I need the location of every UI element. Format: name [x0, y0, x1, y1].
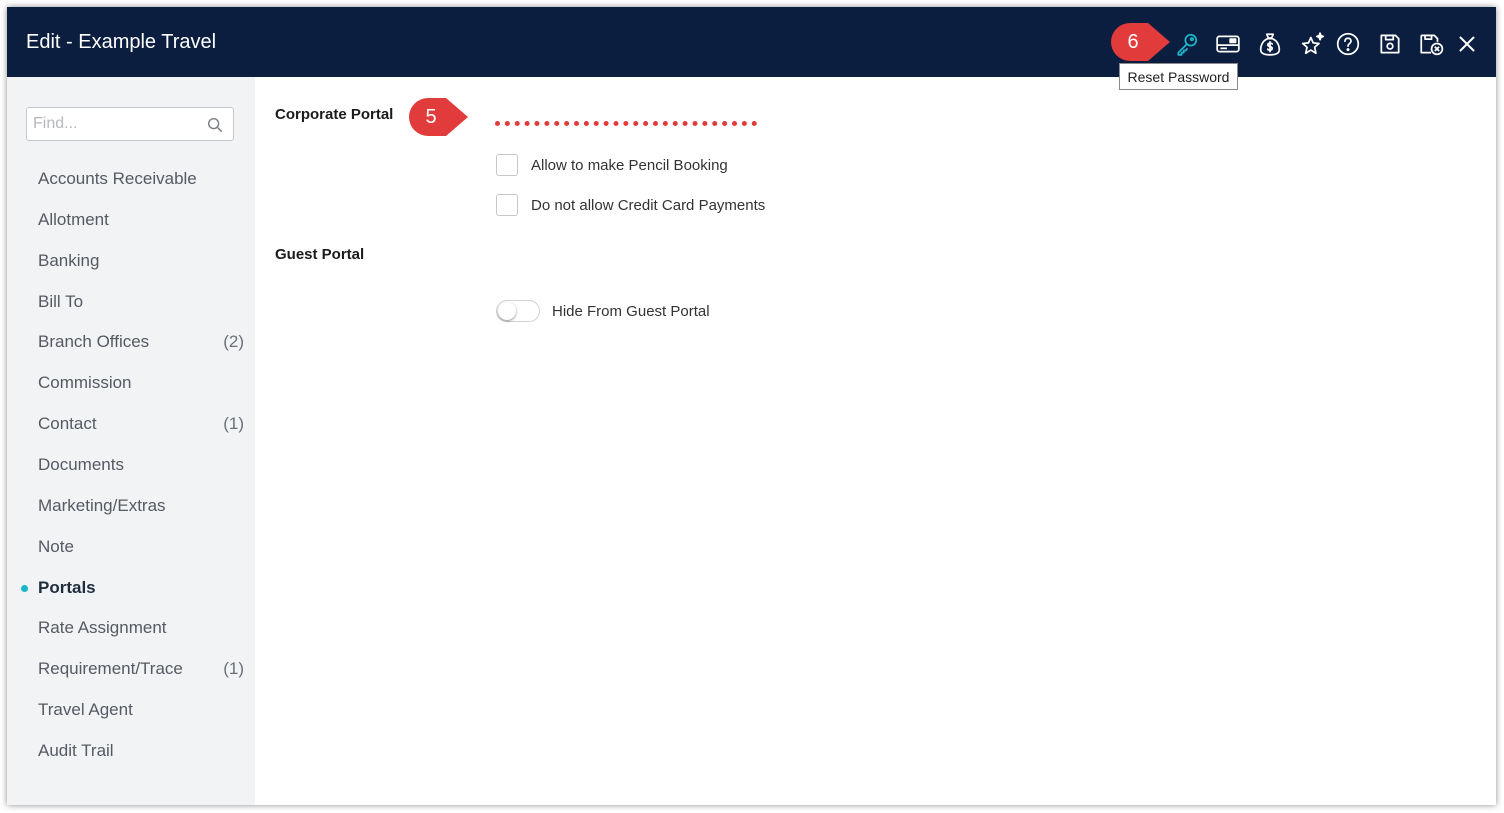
- sidebar-item-banking[interactable]: Banking: [38, 247, 248, 275]
- money-bag-icon[interactable]: [1257, 31, 1283, 57]
- sidebar-item-label: Commission: [38, 373, 132, 392]
- sidebar-item-label: Branch Offices: [38, 332, 150, 351]
- card-icon[interactable]: [1215, 31, 1241, 57]
- save-close-icon[interactable]: [1418, 31, 1444, 57]
- sidebar-item-label: Note: [38, 537, 74, 556]
- save-icon[interactable]: [1377, 31, 1403, 57]
- reset-password-tooltip: Reset Password: [1119, 63, 1238, 90]
- sidebar-item-label: Allotment: [38, 210, 109, 229]
- credit-card-label: Do not allow Credit Card Payments: [531, 196, 766, 214]
- sidebar-item-travel-agent[interactable]: Travel Agent: [38, 696, 248, 724]
- window-title: Edit - Example Travel: [26, 31, 217, 53]
- sidebar: Accounts Receivable Allotment Banking Bi…: [7, 77, 255, 805]
- sidebar-item-label: Portals: [38, 578, 96, 597]
- pencil-booking-label: Allow to make Pencil Booking: [531, 156, 728, 174]
- sidebar-item-label: Banking: [38, 251, 100, 270]
- sidebar-item-marketing-extras[interactable]: Marketing/Extras: [38, 492, 248, 520]
- sidebar-item-label: Requirement/Trace: [38, 659, 183, 678]
- sidebar-item-portals[interactable]: Portals: [21, 574, 248, 602]
- credit-card-checkbox[interactable]: [496, 194, 518, 216]
- sidebar-item-count: (1): [223, 414, 244, 433]
- sidebar-item-label: Accounts Receivable: [38, 169, 197, 188]
- hide-guest-portal-label: Hide From Guest Portal: [552, 302, 710, 320]
- hide-guest-portal-option[interactable]: Hide From Guest Portal: [496, 298, 710, 324]
- annotation-dotted-line: [495, 121, 757, 126]
- credit-card-option[interactable]: Do not allow Credit Card Payments: [496, 192, 765, 218]
- help-icon[interactable]: [1335, 31, 1361, 57]
- sidebar-item-label: Rate Assignment: [38, 618, 167, 637]
- sidebar-item-label: Documents: [38, 455, 124, 474]
- sidebar-item-commission[interactable]: Commission: [38, 369, 248, 397]
- annotation-marker-5: 5: [408, 97, 470, 137]
- search-icon[interactable]: [206, 116, 224, 134]
- key-icon[interactable]: [1174, 31, 1200, 57]
- sidebar-item-audit-trail[interactable]: Audit Trail: [38, 737, 248, 765]
- sidebar-item-allotment[interactable]: Allotment: [38, 206, 248, 234]
- stars-icon[interactable]: [1300, 31, 1326, 57]
- sidebar-item-bill-to[interactable]: Bill To: [38, 288, 248, 316]
- edit-window: Edit - Example Travel 6 Reset Password F…: [7, 7, 1496, 805]
- sidebar-item-label: Travel Agent: [38, 700, 133, 719]
- sidebar-item-documents[interactable]: Documents: [38, 451, 248, 479]
- active-indicator-dot: [21, 585, 28, 592]
- guest-portal-heading: Guest Portal: [275, 246, 365, 263]
- close-icon[interactable]: [1454, 31, 1480, 57]
- sidebar-item-branch-offices[interactable]: Branch Offices (2): [38, 328, 248, 356]
- pencil-booking-checkbox[interactable]: [496, 154, 518, 176]
- sidebar-item-accounts-receivable[interactable]: Accounts Receivable: [38, 165, 248, 193]
- sidebar-item-label: Contact: [38, 414, 97, 433]
- hide-guest-portal-toggle[interactable]: [496, 300, 540, 322]
- sidebar-item-count: (1): [223, 659, 244, 678]
- title-bar: Edit - Example Travel 6: [7, 7, 1496, 77]
- sidebar-item-label: Bill To: [38, 292, 84, 311]
- sidebar-item-contact[interactable]: Contact (1): [38, 410, 248, 438]
- sidebar-item-label: Marketing/Extras: [38, 496, 166, 515]
- sidebar-item-count: (2): [223, 332, 244, 351]
- pencil-booking-option[interactable]: Allow to make Pencil Booking: [496, 152, 728, 178]
- portals-content: Corporate Portal 5 Allow to make Pencil …: [255, 77, 1496, 805]
- sidebar-item-rate-assignment[interactable]: Rate Assignment: [38, 614, 248, 642]
- sidebar-item-requirement-trace[interactable]: Requirement/Trace (1): [38, 655, 248, 683]
- sidebar-item-note[interactable]: Note: [38, 533, 248, 561]
- annotation-marker-6: 6: [1110, 22, 1172, 62]
- find-box: [26, 107, 234, 141]
- toggle-knob: [498, 302, 516, 320]
- sidebar-item-label: Audit Trail: [38, 741, 114, 760]
- find-input[interactable]: [33, 112, 203, 136]
- corporate-portal-heading: Corporate Portal: [275, 106, 394, 123]
